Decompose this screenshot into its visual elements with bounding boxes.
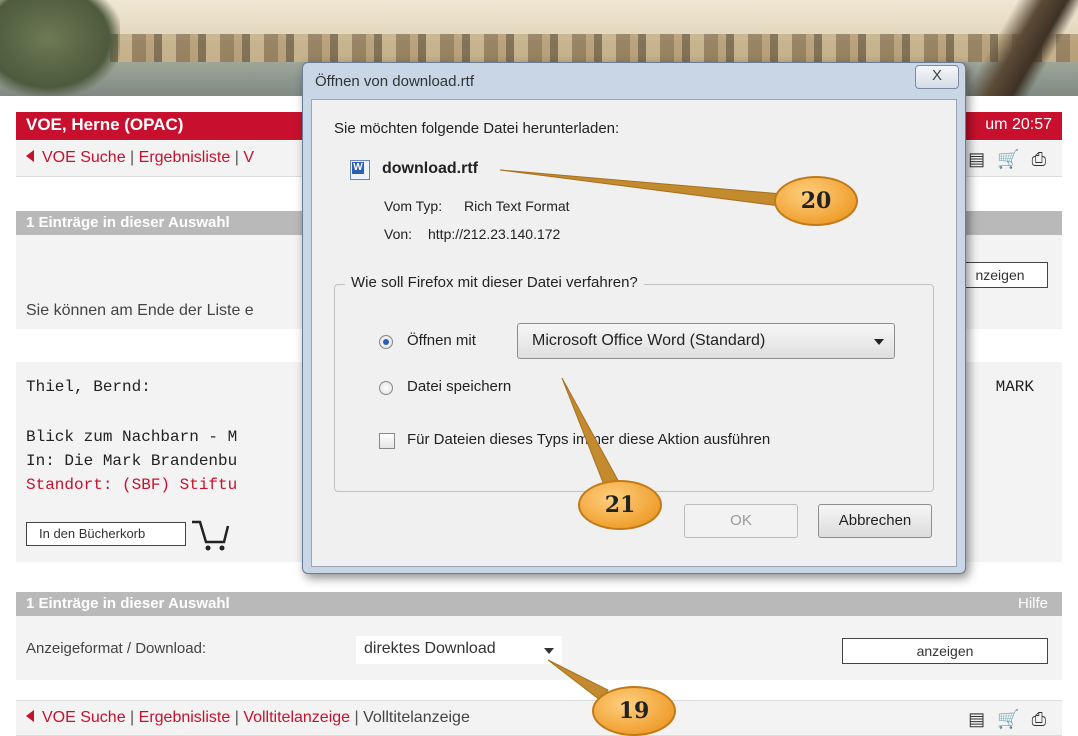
add-to-basket-button[interactable]: In den Bücherkorb	[26, 522, 186, 546]
open-with-label[interactable]: Öffnen mit	[407, 332, 476, 349]
show-button[interactable]: anzeigen	[842, 638, 1048, 664]
application-select[interactable]: Microsoft Office Word (Standard)	[517, 323, 895, 359]
selection-count-bottom: 1 Einträge in dieser Auswahl	[26, 595, 230, 612]
nav-link-volltitelanzeige[interactable]: V	[243, 149, 254, 166]
dialog-title: Öffnen von download.rtf	[315, 73, 474, 90]
back-arrow-icon[interactable]	[26, 710, 34, 722]
callout-19: 19	[592, 686, 676, 736]
record-location: Standort: (SBF) Stiftu	[26, 476, 238, 494]
file-source-value: http://212.23.140.172	[428, 226, 561, 242]
word-document-icon	[350, 160, 370, 180]
nav-link-voe-suche[interactable]: VOE Suche	[42, 709, 126, 726]
basket-cart-icon[interactable]	[190, 518, 230, 552]
print-icon[interactable]: ⎙	[1032, 149, 1046, 170]
chevron-down-icon	[874, 339, 884, 345]
ok-button[interactable]: OK	[684, 504, 798, 538]
action-group: Wie soll Firefox mit dieser Datei verfah…	[334, 274, 934, 492]
close-button[interactable]: X	[915, 65, 959, 89]
always-do-this-checkbox[interactable]	[379, 433, 395, 449]
nav-link-ergebnisliste[interactable]: Ergebnisliste	[139, 149, 231, 166]
record-title: Blick zum Nachbarn - M	[26, 428, 238, 446]
format-select[interactable]: direktes Download	[356, 636, 562, 664]
close-icon: X	[931, 67, 942, 84]
header-timestamp: um 20:57	[985, 116, 1052, 133]
app-title: VOE, Herne (OPAC)	[26, 115, 184, 134]
nav-link-voe-suche[interactable]: VOE Suche	[42, 149, 126, 166]
format-select-value: direktes Download	[364, 640, 496, 657]
format-label: Anzeigeformat / Download:	[26, 640, 207, 657]
print-icon[interactable]: ⎙	[1032, 709, 1046, 730]
cart-icon[interactable]: 🛒	[997, 709, 1019, 730]
dialog-question: Sie möchten folgende Datei herunterladen…	[334, 120, 620, 137]
chevron-down-icon	[544, 648, 554, 654]
cancel-button[interactable]: Abbrechen	[818, 504, 932, 538]
open-with-radio[interactable]	[379, 335, 393, 349]
always-do-this-label[interactable]: Für Dateien dieses Typs immer diese Akti…	[407, 431, 770, 448]
show-button-top[interactable]: nzeigen	[952, 262, 1048, 288]
nav-current: Volltitelanzeige	[363, 709, 470, 726]
nav-link-volltitelanzeige[interactable]: Volltitelanzeige	[243, 709, 350, 726]
action-group-label: Wie soll Firefox mit dieser Datei verfah…	[345, 274, 644, 291]
save-file-radio[interactable]	[379, 381, 393, 395]
record-author: Thiel, Bernd:	[26, 378, 151, 396]
bottom-navigation-bar: VOE Suche | Ergebnisliste | Volltitelanz…	[16, 700, 1062, 736]
application-select-value: Microsoft Office Word (Standard)	[532, 332, 766, 349]
file-source-row: Von: http://212.23.140.172	[384, 226, 560, 242]
file-type-value: Rich Text Format	[464, 198, 570, 214]
file-source-label: Von:	[384, 226, 413, 242]
list-icon[interactable]: ▤	[968, 149, 985, 170]
selection-header-bar-bottom: 1 Einträge in dieser Auswahl Hilfe	[16, 592, 1062, 616]
help-link[interactable]: Hilfe	[1018, 595, 1048, 612]
callout-21: 21	[578, 480, 662, 530]
file-type-row: Vom Typ: Rich Text Format	[384, 198, 570, 214]
nav-link-ergebnisliste[interactable]: Ergebnisliste	[139, 709, 231, 726]
callout-20: 20	[774, 176, 858, 226]
selection-count: 1 Einträge in dieser Auswahl	[26, 214, 230, 231]
list-icon[interactable]: ▤	[968, 709, 985, 730]
save-file-label[interactable]: Datei speichern	[407, 378, 511, 395]
file-type-label: Vom Typ:	[384, 198, 443, 214]
cart-icon[interactable]: 🛒	[997, 149, 1019, 170]
record-source: In: Die Mark Brandenbu	[26, 452, 238, 470]
back-arrow-icon[interactable]	[26, 150, 34, 162]
file-name: download.rtf	[382, 160, 478, 177]
record-right-text: MARK	[995, 378, 1034, 396]
selection-hint-text: Sie können am Ende der Liste e	[26, 302, 254, 319]
